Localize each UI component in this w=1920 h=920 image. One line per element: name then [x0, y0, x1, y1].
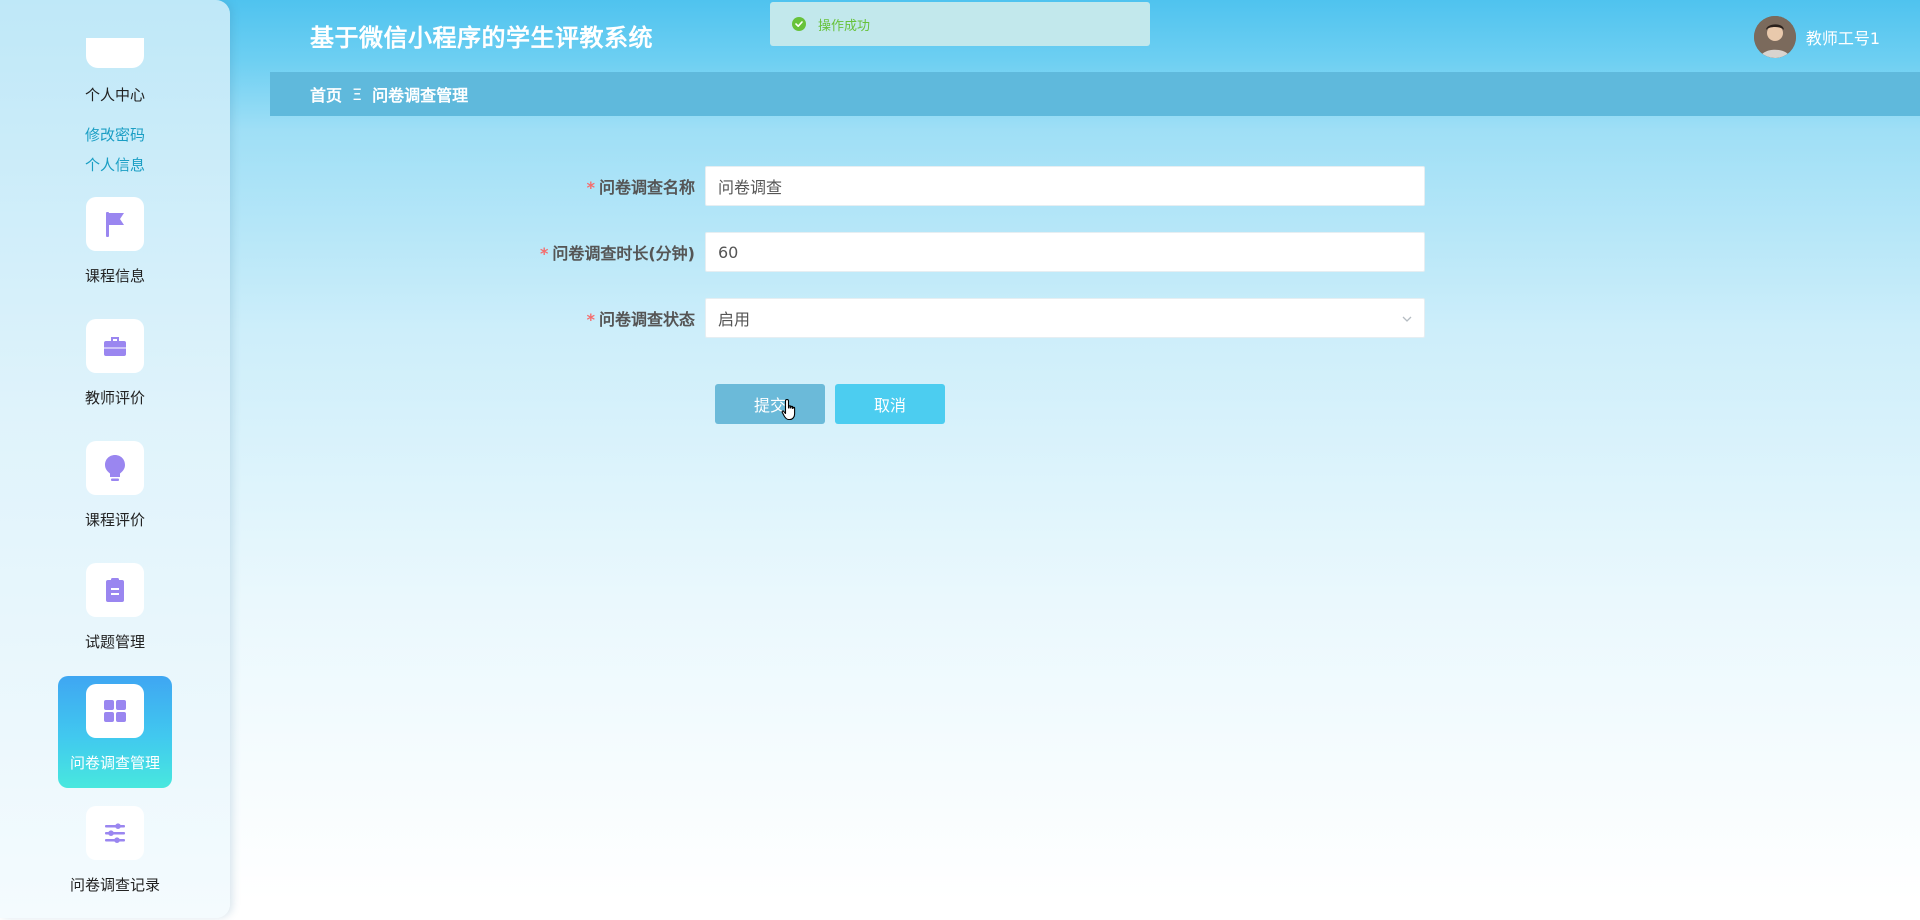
survey-name-label: * 问卷调查名称 — [586, 178, 695, 197]
sidebar-item-label: 教师评价 — [84, 389, 145, 407]
sidebar-item-personal-center[interactable]: 个人中心 — [0, 84, 230, 105]
sidebar-link-change-password[interactable]: 修改密码 — [0, 124, 230, 145]
sidebar-item-label: 课程评价 — [84, 511, 145, 529]
form-row-survey-status: * 问卷调查状态 启用 — [480, 298, 1425, 338]
user-menu[interactable]: 教师工号1 — [1753, 16, 1880, 58]
required-mark: * — [586, 310, 595, 329]
success-toast: 操作成功 — [770, 2, 1150, 46]
toast-message: 操作成功 — [818, 18, 871, 34]
survey-status-select[interactable]: 启用 — [705, 298, 1425, 338]
hand-cursor-icon — [781, 398, 799, 426]
personal-center-icon[interactable] — [86, 38, 144, 68]
breadcrumb-home[interactable]: 首页 — [310, 82, 342, 106]
required-mark: * — [586, 178, 595, 197]
sidebar-item-question-management[interactable]: 试题管理 — [58, 555, 172, 667]
grid-icon — [86, 684, 144, 738]
sidebar-link-personal-info[interactable]: 个人信息 — [0, 154, 230, 175]
briefcase-icon — [86, 319, 144, 373]
sidebar-item-survey-records[interactable]: 问卷调查记录 — [58, 798, 172, 910]
app-title: 基于微信小程序的学生评教系统 — [310, 24, 653, 52]
user-name[interactable]: 教师工号1 — [1806, 25, 1880, 49]
sidebar-item-course-evaluation[interactable]: 课程评价 — [58, 433, 172, 545]
check-circle-icon — [792, 17, 806, 31]
breadcrumb-current: 问卷调查管理 — [372, 86, 469, 105]
survey-status-value: 启用 — [718, 310, 751, 329]
chevron-down-icon — [1400, 311, 1414, 330]
survey-duration-input[interactable] — [705, 232, 1425, 272]
sliders-icon — [86, 806, 144, 860]
form-row-survey-duration: * 问卷调查时长(分钟) — [480, 232, 1425, 272]
avatar[interactable] — [1753, 16, 1796, 58]
breadcrumb: 首页 Ξ 问卷调查管理 — [270, 72, 1920, 116]
submit-button[interactable]: 提交 — [715, 384, 825, 424]
required-mark: * — [539, 244, 549, 263]
survey-name-input[interactable] — [705, 166, 1425, 206]
sidebar-item-teacher-evaluation[interactable]: 教师评价 — [58, 311, 172, 423]
sidebar-item-course-info[interactable]: 课程信息 — [58, 189, 172, 301]
sidebar: 个人中心 修改密码 个人信息 课程信息 教师评价 课程评价 试题管理 问卷调查管… — [0, 0, 230, 918]
flag-icon — [86, 197, 144, 251]
survey-status-label: * 问卷调查状态 — [586, 310, 695, 329]
clipboard-icon — [86, 563, 144, 617]
sidebar-item-label: 试题管理 — [84, 633, 145, 651]
sidebar-item-survey-management[interactable]: 问卷调查管理 — [58, 676, 172, 788]
survey-duration-label: * 问卷调查时长(分钟) — [539, 244, 695, 263]
lightbulb-icon — [86, 441, 144, 495]
sidebar-item-label: 课程信息 — [84, 267, 145, 285]
sidebar-item-label: 问卷调查管理 — [69, 754, 160, 772]
cancel-button[interactable]: 取消 — [835, 384, 945, 424]
form-row-survey-name: * 问卷调查名称 — [480, 166, 1425, 206]
breadcrumb-separator: Ξ — [352, 84, 363, 104]
sidebar-item-label: 问卷调查记录 — [69, 876, 160, 894]
